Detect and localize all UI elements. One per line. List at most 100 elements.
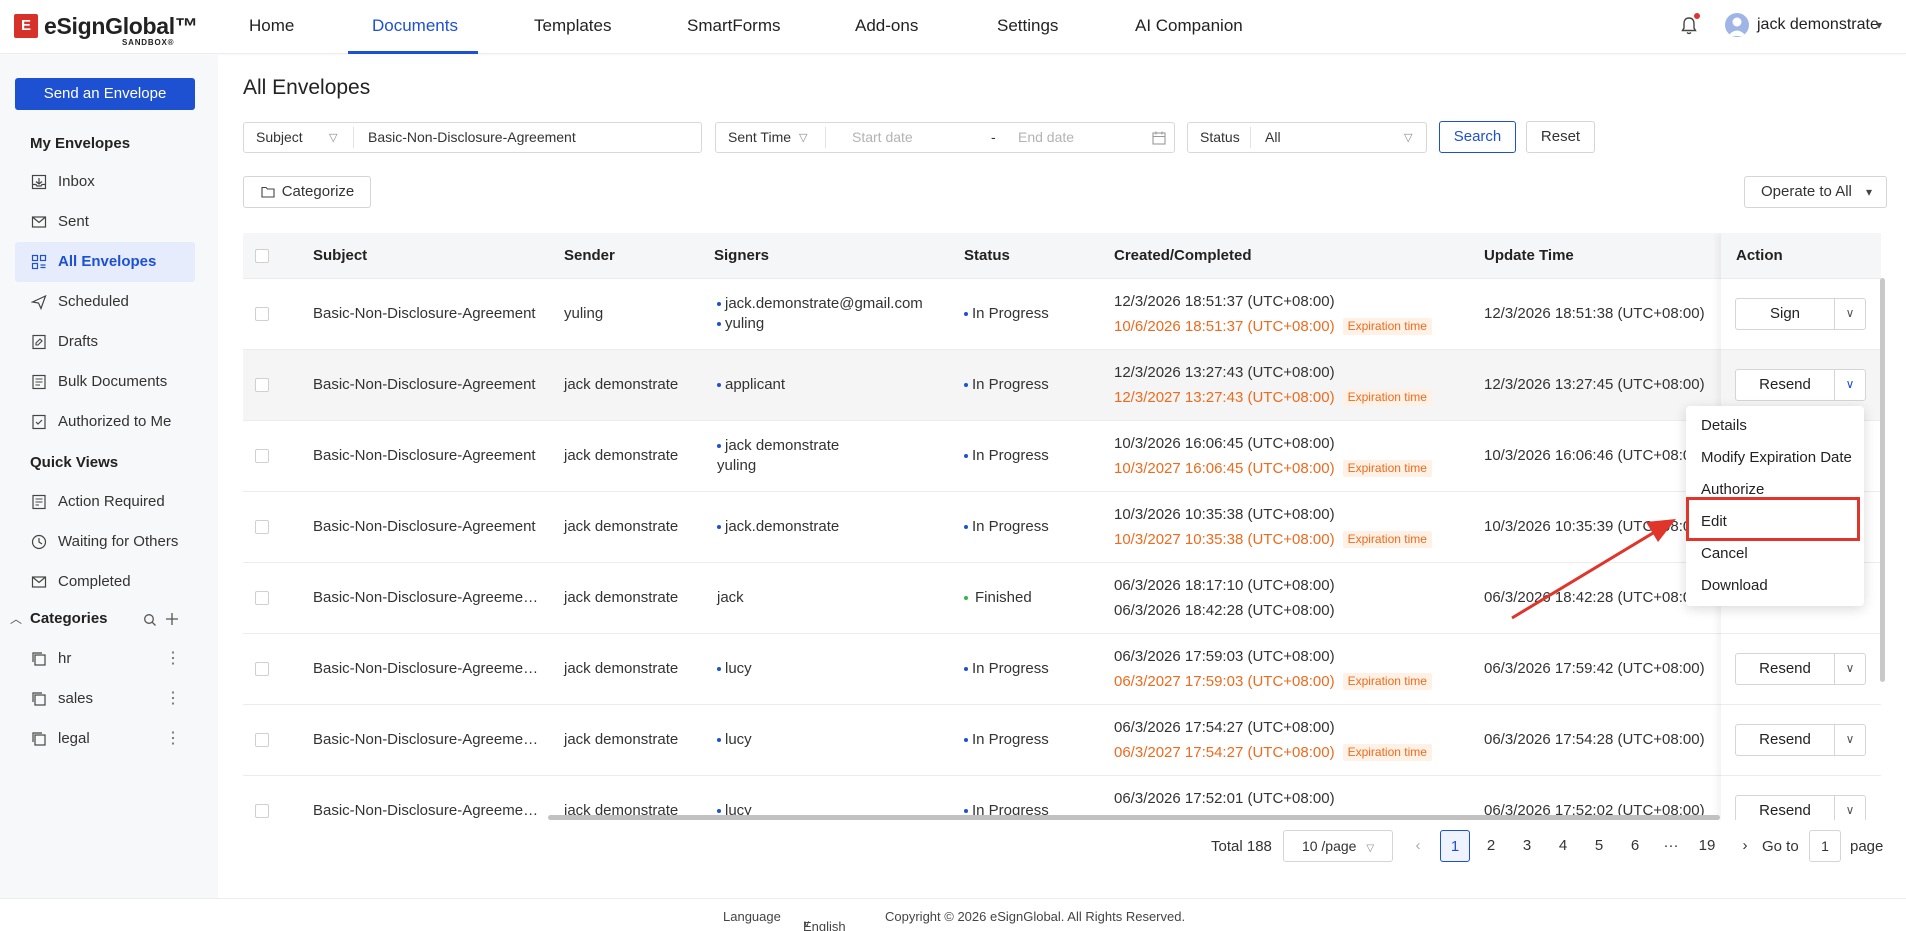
table-row[interactable]: Basic-Non-Disclosure-Agreeme… jack demon… xyxy=(243,776,1881,820)
chevron-up-icon[interactable]: ︿ xyxy=(10,610,22,627)
page-19[interactable]: 19 xyxy=(1692,830,1722,862)
menu-item-details[interactable]: Details xyxy=(1686,410,1864,442)
nav-ai-companion[interactable]: AI Companion xyxy=(1135,0,1243,54)
row-created: 06/3/2026 17:59:03 (UTC+08:00) xyxy=(1114,648,1335,665)
page-2[interactable]: 2 xyxy=(1476,830,1506,862)
end-date-input[interactable]: End date xyxy=(1018,129,1074,145)
sidebar-item-completed[interactable]: Completed xyxy=(15,562,195,602)
row-checkbox[interactable] xyxy=(255,591,269,605)
time-filter-label[interactable]: Sent Time xyxy=(728,129,791,145)
sidebar-category-sales[interactable]: sales ⋮ xyxy=(15,679,195,719)
subject-search-input[interactable]: Basic-Non-Disclosure-Agreement xyxy=(368,129,576,145)
send-envelope-button[interactable]: Send an Envelope xyxy=(15,78,195,110)
search-icon[interactable] xyxy=(143,613,157,627)
page-3[interactable]: 3 xyxy=(1512,830,1542,862)
table-row[interactable]: Basic-Non-Disclosure-Agreeme… jack demon… xyxy=(243,634,1881,705)
more-vertical-icon[interactable]: ⋮ xyxy=(165,679,181,719)
next-page-icon[interactable]: › xyxy=(1730,830,1760,862)
page-ellipsis[interactable]: ··· xyxy=(1656,830,1686,862)
operate-to-all-button[interactable]: Operate to All ▾ xyxy=(1744,176,1887,208)
page-1[interactable]: 1 xyxy=(1440,830,1470,862)
calendar-icon[interactable] xyxy=(1152,131,1166,145)
chevron-down-icon[interactable]: ▽ xyxy=(1404,131,1412,144)
sidebar-item-sent[interactable]: Sent xyxy=(15,202,195,242)
goto-page-input[interactable]: 1 xyxy=(1809,830,1841,862)
row-checkbox[interactable] xyxy=(255,520,269,534)
page-5[interactable]: 5 xyxy=(1584,830,1614,862)
sidebar-item-scheduled[interactable]: Scheduled xyxy=(15,282,195,322)
chevron-down-icon[interactable]: ▽ xyxy=(799,131,807,144)
select-all-checkbox[interactable] xyxy=(255,249,269,263)
subject-filter-label[interactable]: Subject xyxy=(256,129,303,145)
chevron-down-icon[interactable]: ▽ xyxy=(329,131,337,144)
bell-icon[interactable] xyxy=(1680,16,1698,36)
page-4[interactable]: 4 xyxy=(1548,830,1578,862)
status-filter[interactable]: Status All ▽ xyxy=(1187,122,1427,153)
sidebar-item-waiting-for-others[interactable]: Waiting for Others xyxy=(15,522,195,562)
row-checkbox[interactable] xyxy=(255,804,269,818)
sidebar-item-bulk-documents[interactable]: Bulk Documents xyxy=(15,362,195,402)
avatar[interactable] xyxy=(1725,13,1749,37)
more-vertical-icon[interactable]: ⋮ xyxy=(165,639,181,679)
sidebar-item-inbox[interactable]: Inbox xyxy=(15,162,195,202)
nav-settings[interactable]: Settings xyxy=(997,0,1058,54)
nav-home[interactable]: Home xyxy=(249,0,294,54)
nav-smartforms[interactable]: SmartForms xyxy=(687,0,781,54)
menu-item-cancel[interactable]: Cancel xyxy=(1686,538,1864,570)
row-checkbox[interactable] xyxy=(255,449,269,463)
search-button[interactable]: Search xyxy=(1439,121,1516,153)
sidebar-item-action-required[interactable]: Action Required xyxy=(15,482,195,522)
sent-time-filter[interactable]: Sent Time ▽ Start date - End date xyxy=(715,122,1175,153)
menu-item-modify-expiration[interactable]: Modify Expiration Date xyxy=(1686,442,1864,474)
prev-page-icon[interactable]: ‹ xyxy=(1403,830,1433,862)
row-subject[interactable]: Basic-Non-Disclosure-Agreeme… xyxy=(313,660,538,677)
table-row[interactable]: Basic-Non-Disclosure-Agreement jack demo… xyxy=(243,421,1881,492)
row-checkbox[interactable] xyxy=(255,378,269,392)
menu-item-download[interactable]: Download xyxy=(1686,570,1864,602)
nav-templates[interactable]: Templates xyxy=(534,0,611,54)
row-subject[interactable]: Basic-Non-Disclosure-Agreement xyxy=(313,376,536,393)
row-checkbox[interactable] xyxy=(255,662,269,676)
grid-icon xyxy=(31,254,47,270)
row-subject[interactable]: Basic-Non-Disclosure-Agreeme… xyxy=(313,731,538,748)
folder-copy-icon xyxy=(32,732,46,746)
row-checkbox[interactable] xyxy=(255,307,269,321)
table-row[interactable]: Basic-Non-Disclosure-Agreement yuling ja… xyxy=(243,279,1881,350)
table-row[interactable]: Basic-Non-Disclosure-Agreeme… jack demon… xyxy=(243,705,1881,776)
sidebar-item-drafts[interactable]: Drafts xyxy=(15,322,195,362)
row-status: In Progress xyxy=(964,447,1049,464)
column-update-time: Update Time xyxy=(1484,247,1574,264)
row-checkbox[interactable] xyxy=(255,733,269,747)
sidebar-item-all-envelopes[interactable]: All Envelopes xyxy=(15,242,195,282)
page-6[interactable]: 6 xyxy=(1620,830,1650,862)
table-row[interactable]: Basic-Non-Disclosure-Agreement jack demo… xyxy=(243,492,1881,563)
status-select[interactable]: All xyxy=(1265,129,1281,145)
nav-documents[interactable]: Documents xyxy=(372,0,458,54)
page-size-label: 10 /page xyxy=(1301,838,1357,854)
row-subject[interactable]: Basic-Non-Disclosure-Agreement xyxy=(313,447,536,464)
sidebar-category-hr[interactable]: hr ⋮ xyxy=(15,639,195,679)
sidebar-category-legal[interactable]: legal ⋮ xyxy=(15,719,195,759)
chevron-down-icon[interactable]: ▾ xyxy=(1876,18,1882,32)
row-expiration: 12/3/2027 13:27:43 (UTC+08:00) Expiration… xyxy=(1114,389,1432,406)
row-subject[interactable]: Basic-Non-Disclosure-Agreeme… xyxy=(313,589,538,606)
vertical-scrollbar[interactable] xyxy=(1880,278,1885,682)
row-signer: jack xyxy=(717,589,744,606)
category-label: hr xyxy=(58,650,72,667)
table-row[interactable]: Basic-Non-Disclosure-Agreeme… jack demon… xyxy=(243,563,1881,634)
table-row[interactable]: Basic-Non-Disclosure-Agreement jack demo… xyxy=(243,350,1881,421)
sidebar-item-authorized-to-me[interactable]: Authorized to Me xyxy=(15,402,195,442)
subject-filter[interactable]: Subject ▽ Basic-Non-Disclosure-Agreement xyxy=(243,122,702,153)
nav-addons[interactable]: Add-ons xyxy=(855,0,918,54)
row-subject[interactable]: Basic-Non-Disclosure-Agreement xyxy=(313,518,536,535)
row-subject[interactable]: Basic-Non-Disclosure-Agreement xyxy=(313,305,536,322)
categorize-button[interactable]: Categorize xyxy=(243,176,371,208)
horizontal-scrollbar[interactable] xyxy=(548,815,1720,820)
reset-button[interactable]: Reset xyxy=(1526,121,1595,153)
user-name[interactable]: jack demonstrate xyxy=(1757,16,1879,34)
plus-icon[interactable] xyxy=(165,612,179,626)
start-date-input[interactable]: Start date xyxy=(852,129,913,145)
page-size-select[interactable]: 10 /page ▽ xyxy=(1283,830,1393,862)
row-subject[interactable]: Basic-Non-Disclosure-Agreeme… xyxy=(313,802,538,819)
more-vertical-icon[interactable]: ⋮ xyxy=(165,719,181,759)
